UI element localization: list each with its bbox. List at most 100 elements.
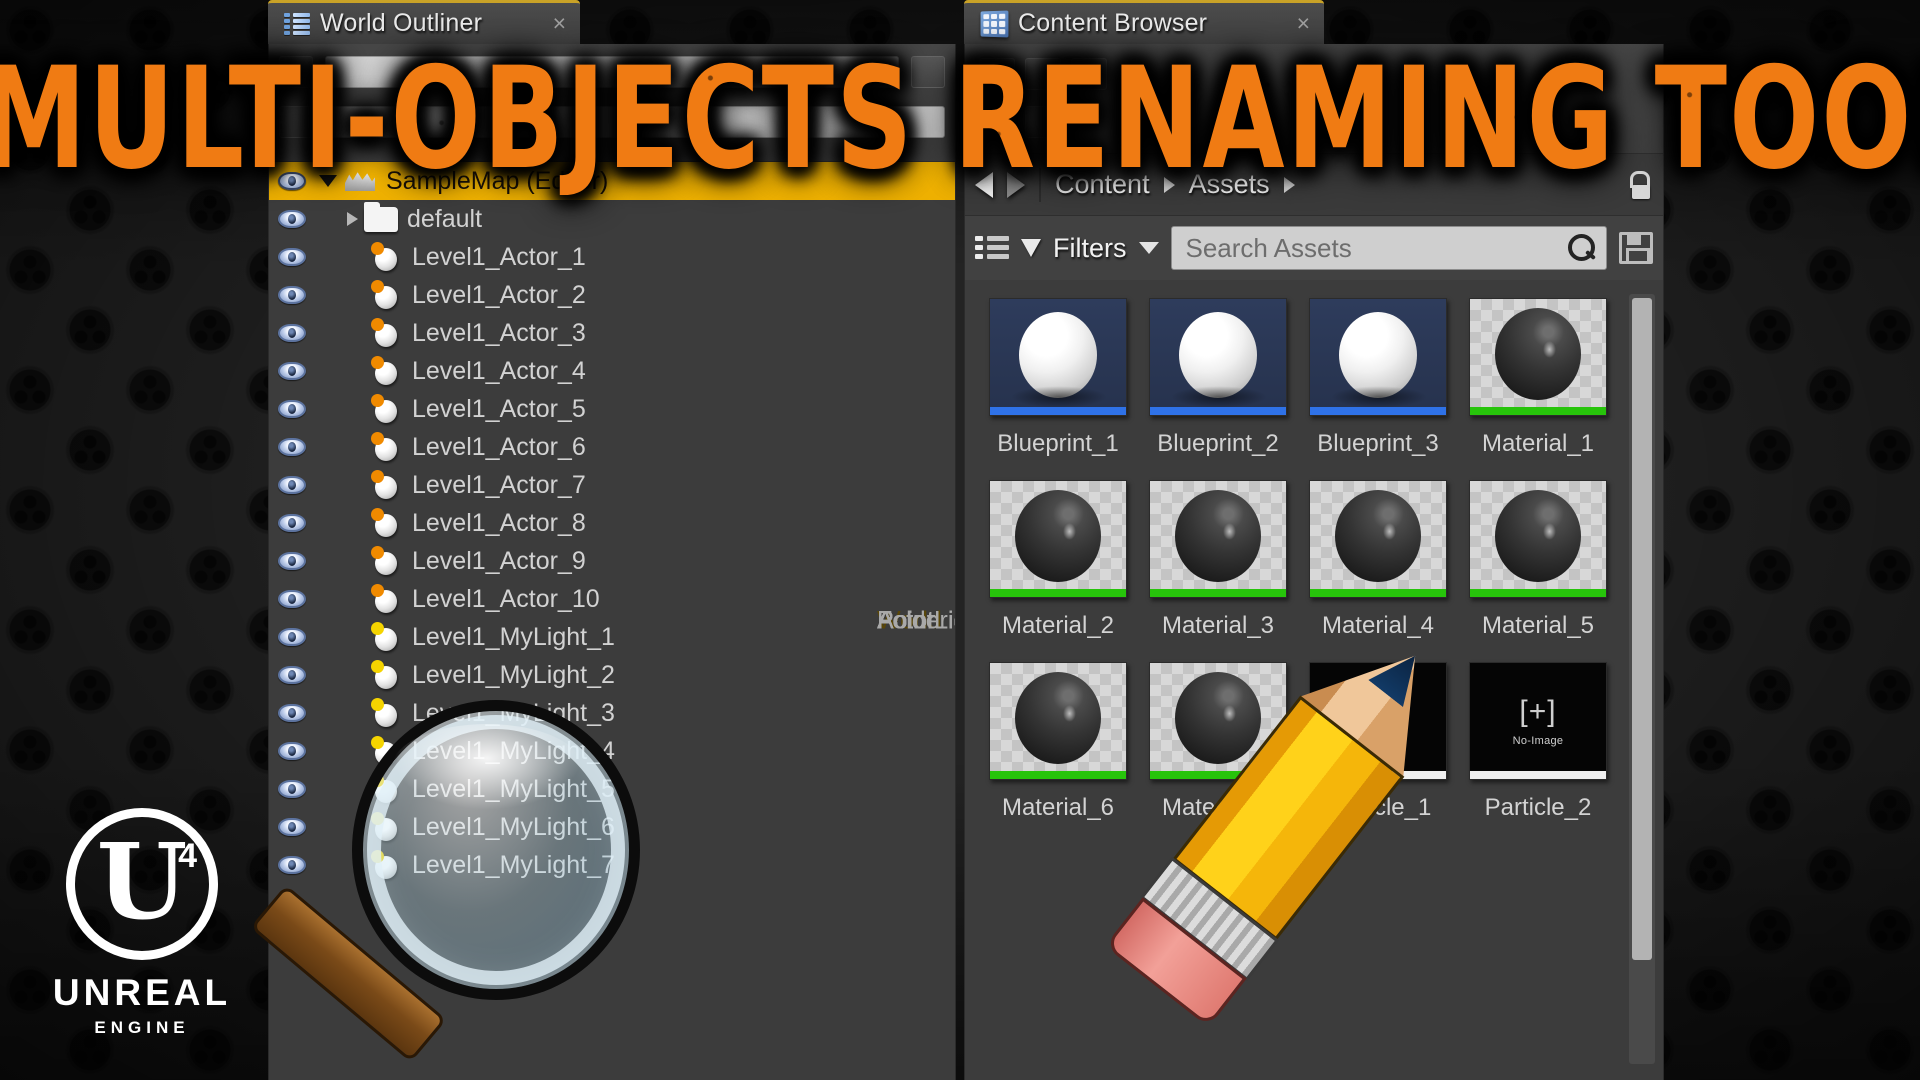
- asset-item[interactable]: Blueprint_1: [979, 298, 1137, 480]
- outliner-row[interactable]: Level1_MyLight_2PointLight: [269, 607, 955, 694]
- outliner-row[interactable]: Level1_MyLight_7PointLight: [269, 607, 955, 884]
- outliner-toolbar-button-1[interactable]: [279, 56, 313, 88]
- cb-toolbar-button-import[interactable]: [1025, 58, 1061, 90]
- view-options-icon[interactable]: [975, 234, 1009, 262]
- visibility-eye-icon[interactable]: [277, 626, 307, 648]
- asset-thumbnail-material[interactable]: [1469, 480, 1607, 598]
- outliner-row[interactable]: Level1_Actor_4 Actor: [269, 352, 955, 635]
- back-arrow-icon[interactable]: [975, 171, 993, 198]
- world-outliner-close-icon[interactable]: ×: [527, 12, 566, 35]
- visibility-eye-icon[interactable]: [277, 588, 307, 610]
- visibility-eye-icon[interactable]: [277, 550, 307, 572]
- content-browser-close-icon[interactable]: ×: [1271, 12, 1310, 35]
- visibility-eye-icon[interactable]: [277, 398, 307, 420]
- breadcrumb-assets[interactable]: Assets: [1189, 169, 1270, 200]
- asset-item[interactable]: Material_2: [979, 480, 1137, 662]
- outliner-row[interactable]: Level1_Actor_8 Actor: [269, 504, 955, 635]
- visibility-eye-icon[interactable]: [277, 854, 307, 876]
- breadcrumb-more-icon[interactable]: [1283, 176, 1295, 193]
- content-browser-tab[interactable]: Content Browser ×: [964, 0, 1324, 44]
- asset-thumbnail-material[interactable]: [1149, 480, 1287, 598]
- chevron-down-icon[interactable]: [1138, 242, 1159, 254]
- cb-toolbar-button-collections[interactable]: [1025, 106, 1061, 138]
- filter-funnel-icon[interactable]: [1021, 239, 1041, 257]
- asset-item[interactable]: Blueprint_3: [1299, 298, 1457, 480]
- cb-toolbar-button-add[interactable]: [979, 58, 1015, 90]
- cb-toolbar-button-sources[interactable]: [979, 106, 1015, 138]
- outliner-row[interactable]: Level1_MyLight_4PointLight: [269, 607, 955, 770]
- asset-item[interactable]: Blueprint_2: [1139, 298, 1297, 480]
- expand-caret-icon[interactable]: [319, 175, 337, 187]
- asset-grid[interactable]: Blueprint_1 Blueprint_2 Blueprint_3 Materia…: [979, 298, 1619, 844]
- lock-icon[interactable]: [1627, 170, 1653, 199]
- visibility-eye-icon[interactable]: [277, 322, 307, 344]
- search-assets-box[interactable]: Search Assets: [1170, 226, 1607, 270]
- visibility-eye-icon[interactable]: [277, 740, 307, 762]
- outliner-toolbar-button-2[interactable]: [911, 56, 945, 88]
- scrollbar-thumb[interactable]: [1632, 298, 1652, 961]
- outliner-search-input[interactable]: [325, 56, 899, 88]
- outliner-row[interactable]: Level1_Actor_6 Actor: [269, 428, 955, 635]
- asset-thumbnail-noimage[interactable]: [+] No-Image: [1309, 662, 1447, 780]
- visibility-eye-icon[interactable]: [277, 170, 307, 192]
- asset-item[interactable]: Material_3: [1139, 480, 1297, 662]
- outliner-row[interactable]: Level1_Actor_5 Actor: [269, 390, 955, 635]
- outliner-row-list[interactable]: SampleMap (Editor) World default Folder Leve…: [269, 162, 955, 1080]
- cb-toolbar-button-save[interactable]: [1071, 58, 1107, 90]
- asset-thumbnail-blueprint[interactable]: [1309, 298, 1447, 416]
- save-icon[interactable]: [1619, 232, 1653, 264]
- outliner-row[interactable]: Level1_Actor_7 Actor: [269, 466, 955, 635]
- visibility-eye-icon[interactable]: [277, 246, 307, 268]
- visibility-eye-icon[interactable]: [277, 816, 307, 838]
- visibility-eye-icon[interactable]: [277, 208, 307, 230]
- content-browser-scrollbar[interactable]: [1629, 294, 1655, 1064]
- asset-thumbnail-noimage[interactable]: [+] No-Image: [1469, 662, 1607, 780]
- outliner-toolbar-button-3[interactable]: [279, 106, 313, 138]
- asset-item[interactable]: Material_4: [1299, 480, 1457, 662]
- world-outliner-tab[interactable]: World Outliner ×: [268, 0, 580, 44]
- asset-thumbnail-material[interactable]: [1469, 298, 1607, 416]
- visibility-eye-icon[interactable]: [277, 778, 307, 800]
- asset-item[interactable]: Material_6: [979, 662, 1137, 844]
- visibility-eye-icon[interactable]: [277, 474, 307, 496]
- asset-item[interactable]: Material_7: [1139, 662, 1297, 844]
- asset-thumbnail-material[interactable]: [989, 480, 1127, 598]
- asset-item[interactable]: [+] No-Image Particle_2: [1459, 662, 1617, 844]
- outliner-row[interactable]: Level1_Actor_3 Actor: [269, 314, 955, 635]
- outliner-row[interactable]: Level1_MyLight_5PointLight: [269, 607, 955, 808]
- asset-thumbnail-material[interactable]: [989, 662, 1127, 780]
- outliner-row[interactable]: Level1_Actor_9 Actor: [269, 542, 955, 635]
- visibility-eye-icon[interactable]: [277, 436, 307, 458]
- outliner-filter-input[interactable]: [325, 106, 945, 138]
- outliner-row-label: Level1_MyLight_3: [412, 698, 615, 727]
- asset-thumbnail-material[interactable]: [1149, 662, 1287, 780]
- forward-arrow-icon[interactable]: [1007, 171, 1025, 198]
- outliner-row[interactable]: Level1_MyLight_1PointLight: [269, 607, 955, 656]
- asset-item[interactable]: Material_1: [1459, 298, 1617, 480]
- asset-thumbnail-material[interactable]: [1309, 480, 1447, 598]
- outliner-row[interactable]: Level1_Actor_2 Actor: [269, 276, 955, 635]
- blueprint-sphere-icon: [1331, 311, 1427, 408]
- visibility-eye-icon[interactable]: [277, 360, 307, 382]
- outliner-row[interactable]: Level1_MyLight_6PointLight: [269, 607, 955, 846]
- asset-item[interactable]: [+] No-Image Particle_1: [1299, 662, 1457, 844]
- asset-type-bar: [1150, 407, 1286, 415]
- search-icon[interactable]: [1566, 233, 1596, 263]
- breadcrumb-content[interactable]: Content: [1055, 169, 1150, 200]
- outliner-row[interactable]: default Folder: [269, 200, 955, 635]
- asset-thumbnail-blueprint[interactable]: [989, 298, 1127, 416]
- outliner-row[interactable]: Level1_MyLight_3PointLight: [269, 607, 955, 732]
- outliner-row[interactable]: SampleMap (Editor) World: [269, 162, 955, 635]
- search-assets-input[interactable]: Search Assets: [1186, 233, 1567, 264]
- expand-caret-icon[interactable]: [347, 212, 358, 226]
- visibility-eye-icon[interactable]: [277, 664, 307, 686]
- outliner-row[interactable]: Level1_Actor_1 Actor: [269, 238, 955, 635]
- asset-thumbnail-blueprint[interactable]: [1149, 298, 1287, 416]
- visibility-eye-icon[interactable]: [277, 512, 307, 534]
- outliner-row[interactable]: Level1_Actor_10 Actor: [269, 580, 955, 635]
- outliner-scrollbar[interactable]: [927, 174, 949, 1072]
- visibility-eye-icon[interactable]: [277, 284, 307, 306]
- visibility-eye-icon[interactable]: [277, 702, 307, 724]
- asset-item[interactable]: Material_5: [1459, 480, 1617, 662]
- filters-label[interactable]: Filters: [1053, 233, 1127, 264]
